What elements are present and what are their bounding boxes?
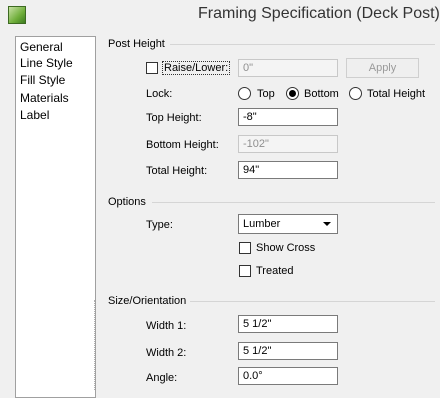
treated-checkbox[interactable] xyxy=(239,265,251,277)
sidebar-item-general[interactable]: General xyxy=(20,40,63,55)
lock-total-height-label: Total Height xyxy=(367,88,426,100)
angle-input[interactable]: 0.0° xyxy=(238,367,338,385)
chevron-down-icon xyxy=(323,222,331,226)
bottom-height-input[interactable]: -102" xyxy=(238,135,338,153)
type-select-value: Lumber xyxy=(243,218,281,230)
app-logo-icon xyxy=(8,6,26,24)
window-title: Framing Specification (Deck Post) xyxy=(198,5,440,22)
sidebar-item-materials[interactable]: Materials xyxy=(20,91,69,106)
raise-lower-input[interactable]: 0" xyxy=(238,59,338,77)
raise-lower-checkbox[interactable] xyxy=(146,62,158,74)
bottom-height-label: Bottom Height: xyxy=(146,139,219,151)
size-orientation-group-title: Size/Orientation xyxy=(108,295,187,307)
top-height-input[interactable]: -8" xyxy=(238,108,338,126)
width2-label: Width 2: xyxy=(146,347,187,359)
show-cross-label: Show Cross xyxy=(256,242,316,254)
lock-bottom-radio[interactable] xyxy=(286,87,299,100)
lock-label: Lock: xyxy=(146,88,173,100)
raise-lower-label: Raise/Lower: xyxy=(162,61,231,75)
sidebar-item-line-style[interactable]: Line Style xyxy=(20,56,73,71)
total-height-label: Total Height: xyxy=(146,165,208,177)
post-height-group-title: Post Height xyxy=(108,38,165,50)
category-list: General Line Style Fill Style Materials … xyxy=(15,36,96,398)
apply-button[interactable]: Apply xyxy=(346,58,419,78)
width1-input[interactable]: 5 1/2" xyxy=(238,315,338,333)
lock-total-height-radio[interactable] xyxy=(349,87,362,100)
width1-label: Width 1: xyxy=(146,320,187,332)
lock-top-label: Top xyxy=(257,88,275,100)
size-orientation-divider xyxy=(190,301,435,302)
panel-splitter xyxy=(94,300,96,390)
show-cross-checkbox[interactable] xyxy=(239,242,251,254)
type-select[interactable]: Lumber xyxy=(238,214,338,234)
lock-bottom-label: Bottom xyxy=(304,88,339,100)
title-bar: Framing Specification (Deck Post) xyxy=(0,0,440,30)
total-height-input[interactable]: 94" xyxy=(238,161,338,179)
sidebar-item-label[interactable]: Label xyxy=(20,108,49,123)
sidebar-item-fill-style[interactable]: Fill Style xyxy=(20,73,65,88)
options-divider xyxy=(152,202,435,203)
treated-label: Treated xyxy=(256,265,294,277)
type-label: Type: xyxy=(146,219,173,231)
lock-top-radio[interactable] xyxy=(238,87,251,100)
post-height-divider xyxy=(170,44,435,45)
options-group-title: Options xyxy=(108,196,146,208)
top-height-label: Top Height: xyxy=(146,112,202,124)
width2-input[interactable]: 5 1/2" xyxy=(238,342,338,360)
angle-label: Angle: xyxy=(146,372,178,384)
